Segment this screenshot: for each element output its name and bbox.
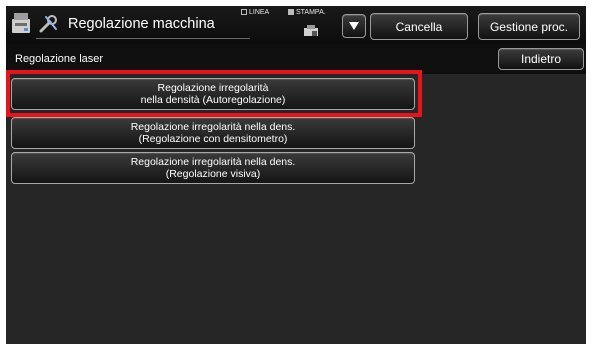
section-title: Regolazione laser [15,53,104,65]
status-stampa-indicator: STAMPA. [288,9,326,16]
back-button[interactable]: Indietro [498,48,584,70]
header-bar: Regolazione macchina LINEA STAMPA. Cance… [6,6,586,44]
machine-icon [12,13,30,33]
option-label-line1: Regolazione irregolarità nella dens. [130,121,296,133]
status-linea-label: LINEA [249,9,270,16]
status-dropdown-button[interactable] [342,14,366,38]
option-label-line1: Regolazione irregolarità [157,82,269,94]
status-stampa-label: STAMPA. [296,9,326,16]
stampa-checkbox-icon [288,9,294,15]
option-densitometer-adjustment[interactable]: Regolazione irregolarità nella dens. (Re… [11,117,415,149]
option-label-line2: nella densità (Autoregolazione) [140,94,286,106]
status-linea-indicator: LINEA [241,9,269,16]
linea-checkbox-icon [241,9,247,15]
page-title: Regolazione macchina [68,16,215,32]
title-divider [36,38,250,39]
printer-status-icon [304,25,318,36]
option-visual-adjustment[interactable]: Regolazione irregolarità nella dens. (Re… [11,152,415,184]
cancel-button[interactable]: Cancella [370,13,468,40]
option-label-line2: (Regolazione visiva) [165,168,261,180]
machine-panel-screen: Regolazione macchina LINEA STAMPA. Cance… [6,6,586,344]
option-auto-adjustment[interactable]: Regolazione irregolarità nella densità (… [11,78,415,110]
job-management-button[interactable]: Gestione proc. [478,13,580,40]
option-label-line1: Regolazione irregolarità nella dens. [130,156,296,168]
option-label-line2: (Regolazione con densitometro) [138,133,288,145]
triangle-down-icon [349,22,359,30]
adjustment-tools-icon [39,15,57,33]
